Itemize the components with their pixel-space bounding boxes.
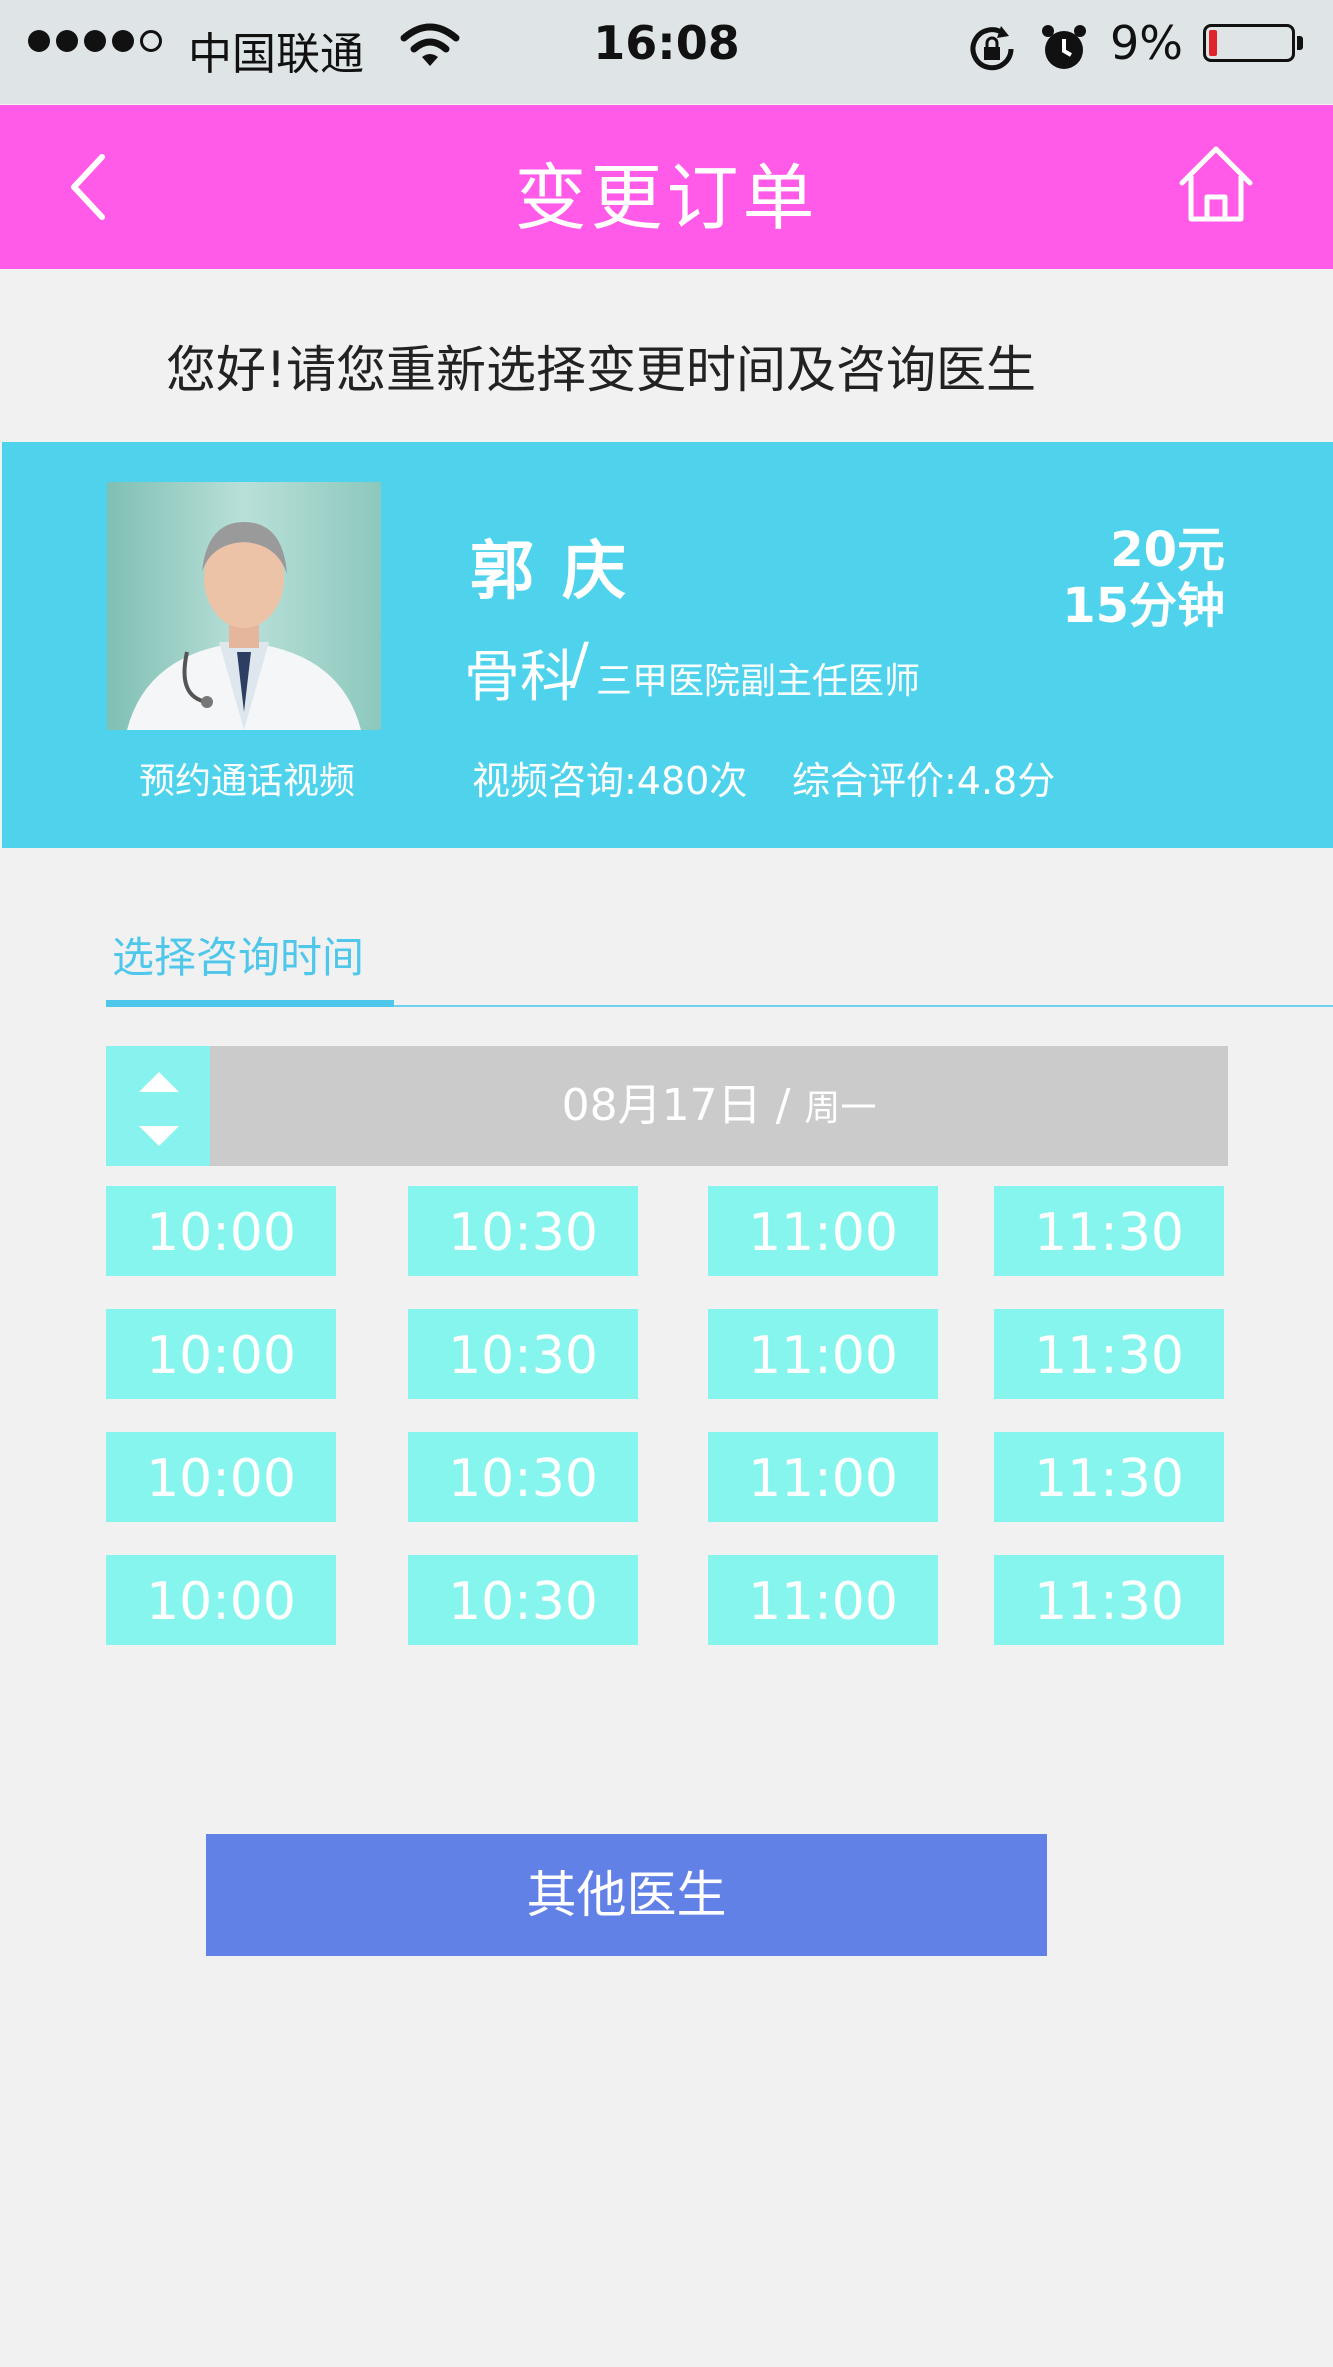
doctor-name: 郭庆	[470, 535, 654, 609]
date-value: 08月17日	[561, 1080, 762, 1131]
tab-active-indicator	[106, 1000, 394, 1007]
time-slot-button[interactable]: 10:30	[408, 1555, 638, 1645]
greeting-text: 您好!请您重新选择变更时间及咨询医生	[166, 341, 1037, 399]
time-slot-button[interactable]: 11:00	[708, 1186, 938, 1276]
date-selector: 08月17日 / 周一	[106, 1046, 1228, 1166]
photo-caption: 预约通话视频	[138, 761, 355, 802]
arrow-down-icon[interactable]	[139, 1126, 179, 1146]
date-stepper	[106, 1046, 210, 1166]
doctor-card[interactable]: 预约通话视频 郭庆 骨科 / 三甲医院副主任医师 20元 15分钟 视频咨询:4…	[2, 442, 1333, 848]
time-slot-button[interactable]: 11:00	[708, 1309, 938, 1399]
other-doctors-button[interactable]: 其他医生	[206, 1834, 1047, 1956]
doctor-rating: 综合评价:4.8分	[792, 759, 1056, 803]
time-slot-button[interactable]: 10:30	[408, 1186, 638, 1276]
time-slot-button[interactable]: 11:30	[994, 1309, 1224, 1399]
battery-icon	[1203, 24, 1295, 62]
time-slot-button[interactable]: 10:30	[408, 1432, 638, 1522]
doctor-department: 骨科	[464, 645, 576, 710]
time-slot-button[interactable]: 10:00	[106, 1555, 336, 1645]
doctor-title: 三甲医院副主任医师	[596, 661, 921, 702]
page-title: 变更订单	[514, 156, 819, 240]
consultation-count: 视频咨询:480次	[472, 759, 748, 803]
time-slot-button[interactable]: 11:30	[994, 1186, 1224, 1276]
doctor-photo	[107, 482, 381, 730]
rotation-lock-icon	[970, 26, 1014, 71]
home-icon[interactable]	[1176, 143, 1256, 225]
battery-percent: 9%	[1110, 16, 1183, 70]
time-slot-button[interactable]: 10:00	[106, 1309, 336, 1399]
doctor-price: 20元 15分钟	[1062, 522, 1225, 634]
nav-bar: 变更订单	[0, 105, 1333, 269]
status-bar: 中国联通 16:08 9%	[0, 0, 1333, 104]
selected-date: 08月17日 / 周一	[210, 1046, 1228, 1166]
time-slot-button[interactable]: 11:30	[994, 1555, 1224, 1645]
weekday-value: 周一	[804, 1088, 877, 1129]
time-slot-button[interactable]: 11:00	[708, 1432, 938, 1522]
separator: /	[570, 632, 589, 697]
arrow-up-icon[interactable]	[139, 1072, 179, 1092]
time-slot-button[interactable]: 11:00	[708, 1555, 938, 1645]
date-separator: /	[775, 1080, 791, 1131]
price-value: 20元	[1110, 522, 1225, 578]
time-slot-button[interactable]: 11:30	[994, 1432, 1224, 1522]
time-slot-button[interactable]: 10:00	[106, 1186, 336, 1276]
consult-duration: 15分钟	[1062, 578, 1225, 634]
time-slot-button[interactable]: 10:30	[408, 1309, 638, 1399]
alarm-icon	[1042, 25, 1086, 69]
tab-select-time[interactable]: 选择咨询时间	[112, 924, 364, 985]
time-slot-button[interactable]: 10:00	[106, 1432, 336, 1522]
